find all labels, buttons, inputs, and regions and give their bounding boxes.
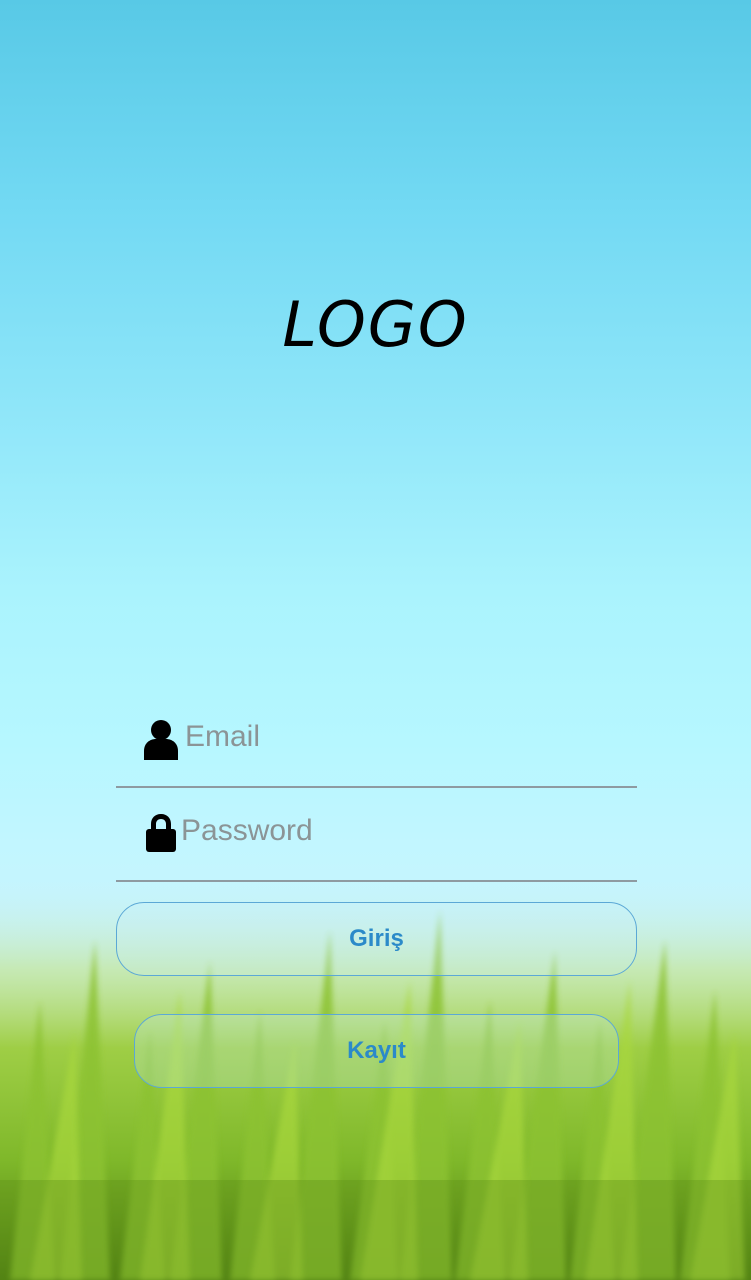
- password-field[interactable]: Password: [116, 810, 637, 882]
- login-button[interactable]: Giriş: [116, 902, 637, 976]
- user-icon: [144, 720, 178, 760]
- email-field[interactable]: Email: [116, 716, 637, 788]
- login-screen: LOGO Email Password Giriş Kayıt: [0, 0, 751, 1280]
- lock-icon: [146, 814, 176, 852]
- app-logo: LOGO: [282, 288, 469, 361]
- email-placeholder: Email: [185, 720, 261, 753]
- register-button[interactable]: Kayıt: [134, 1014, 619, 1088]
- password-placeholder: Password: [181, 814, 313, 847]
